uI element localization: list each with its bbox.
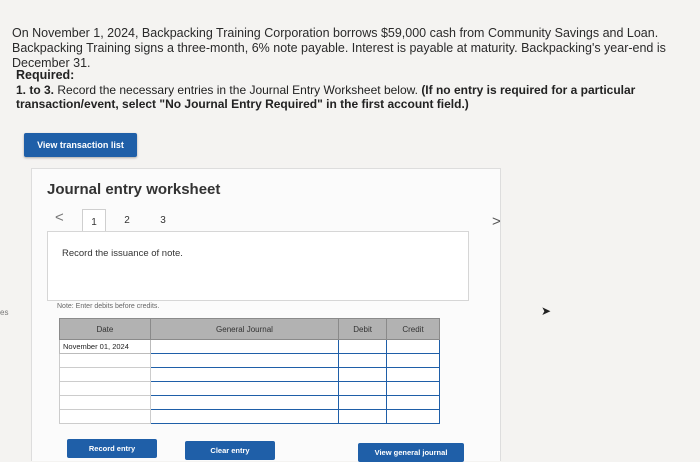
account-input[interactable] — [149, 367, 340, 382]
mouse-cursor-icon: ➤ — [541, 304, 552, 318]
account-input[interactable] — [149, 395, 340, 410]
chevron-right-icon[interactable]: > — [492, 213, 501, 230]
tab-2[interactable]: 2 — [116, 209, 138, 231]
view-general-journal-button[interactable]: View general journal — [358, 443, 464, 462]
debits-credits-note: Note: Enter debits before credits. — [57, 303, 160, 310]
transaction-description: Record the issuance of note. — [62, 248, 183, 259]
table-row — [59, 381, 440, 396]
table-row: November 01, 2024 — [59, 339, 440, 354]
date-cell[interactable]: November 01, 2024 — [59, 339, 151, 354]
date-cell[interactable] — [59, 395, 151, 410]
column-header-general-journal: General Journal — [149, 318, 340, 340]
credit-input[interactable] — [386, 395, 440, 410]
tab-3[interactable]: 3 — [152, 209, 174, 231]
account-input[interactable] — [149, 409, 340, 424]
column-header-debit: Debit — [338, 318, 388, 340]
debit-input[interactable] — [338, 395, 388, 410]
credit-input[interactable] — [386, 353, 440, 368]
credit-input[interactable] — [386, 381, 440, 396]
table-row — [59, 409, 440, 424]
problem-statement: On November 1, 2024, Backpacking Trainin… — [12, 26, 666, 70]
required-instructions: 1. to 3. Record the necessary entries in… — [16, 83, 700, 111]
date-cell[interactable] — [59, 409, 151, 424]
column-header-date: Date — [59, 318, 151, 340]
debit-input[interactable] — [338, 367, 388, 382]
debit-input[interactable] — [338, 381, 388, 396]
account-input[interactable] — [149, 353, 340, 368]
required-heading: Required: — [16, 68, 75, 82]
worksheet-title: Journal entry worksheet — [47, 181, 221, 198]
credit-input[interactable] — [386, 339, 440, 354]
debit-input[interactable] — [338, 409, 388, 424]
column-header-credit: Credit — [386, 318, 440, 340]
credit-input[interactable] — [386, 367, 440, 382]
journal-entry-worksheet: Journal entry worksheet < 1 2 3 > Record… — [31, 168, 501, 462]
table-row — [59, 395, 440, 410]
debit-input[interactable] — [338, 353, 388, 368]
side-text-fragment: es — [0, 308, 9, 317]
account-input[interactable] — [149, 339, 340, 354]
chevron-left-icon[interactable]: < — [55, 209, 64, 226]
required-prefix: 1. to 3. — [16, 83, 55, 97]
record-entry-button[interactable]: Record entry — [67, 439, 157, 458]
date-cell[interactable] — [59, 353, 151, 368]
date-cell[interactable] — [59, 381, 151, 396]
view-transaction-list-button[interactable]: View transaction list — [24, 133, 137, 157]
clear-entry-button[interactable]: Clear entry — [185, 441, 275, 460]
table-row — [59, 353, 440, 368]
journal-entry-table: Date General Journal Debit Credit Novemb… — [59, 318, 440, 424]
debit-input[interactable] — [338, 339, 388, 354]
transaction-description-box: Record the issuance of note. — [47, 231, 469, 301]
credit-input[interactable] — [386, 409, 440, 424]
account-input[interactable] — [149, 381, 340, 396]
date-cell[interactable] — [59, 367, 151, 382]
table-row — [59, 367, 440, 382]
required-text: Record the necessary entries in the Jour… — [54, 83, 422, 97]
table-header-row: Date General Journal Debit Credit — [59, 318, 440, 340]
